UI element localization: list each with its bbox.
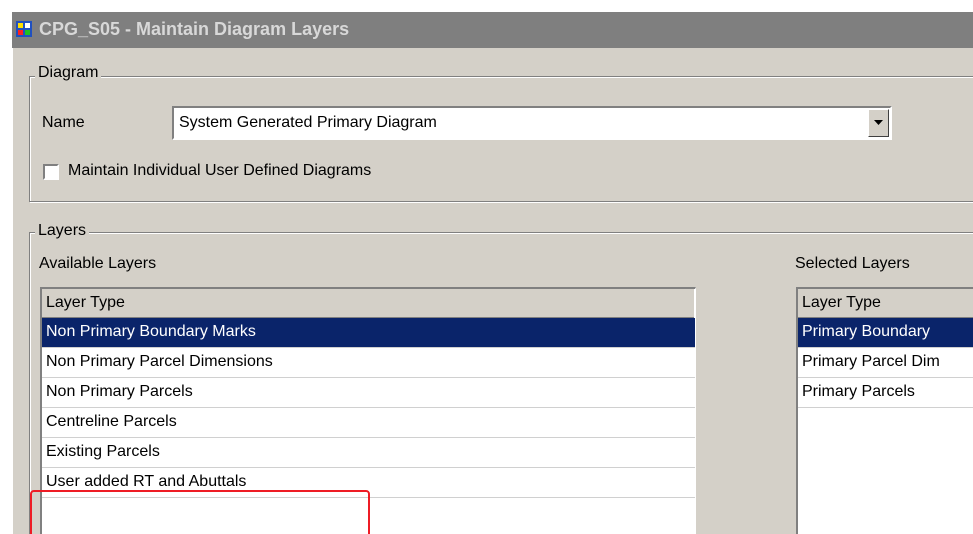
- list-item[interactable]: Centreline Parcels: [42, 408, 695, 438]
- available-layers-label: Available Layers: [39, 255, 157, 272]
- list-item[interactable]: Non Primary Parcels: [42, 378, 695, 408]
- dropdown-button[interactable]: [868, 109, 889, 137]
- available-layers-list[interactable]: Layer Type Non Primary Boundary Marks No…: [40, 287, 696, 534]
- title-bar[interactable]: CPG_S05 - Maintain Diagram Layers: [12, 12, 973, 48]
- list-item[interactable]: Primary Boundary: [798, 318, 973, 348]
- layers-group-legend: Layers: [35, 222, 90, 240]
- maintain-diagram-layers-window: CPG_S05 - Maintain Diagram Layers Diagra…: [12, 12, 973, 534]
- available-layers-column-header[interactable]: Layer Type: [42, 289, 694, 318]
- list-item[interactable]: Non Primary Parcel Dimensions: [42, 348, 695, 378]
- list-item[interactable]: Primary Parcel Dim: [798, 348, 973, 378]
- list-item[interactable]: Primary Parcels: [798, 378, 973, 408]
- layer-type-header-label: Layer Type: [802, 294, 881, 311]
- selected-layers-list[interactable]: Layer Type Primary Boundary Primary Parc…: [796, 287, 973, 534]
- diagram-app-icon: [16, 21, 32, 37]
- window-border: [12, 48, 13, 534]
- diagram-name-value: System Generated Primary Diagram: [179, 114, 437, 131]
- layer-type-header-label: Layer Type: [46, 294, 125, 311]
- selected-layers-column-header[interactable]: Layer Type: [798, 289, 973, 318]
- name-label: Name: [42, 114, 85, 131]
- list-item[interactable]: Non Primary Boundary Marks: [42, 318, 695, 348]
- diagram-name-select[interactable]: System Generated Primary Diagram: [172, 106, 892, 140]
- chevron-down-icon: [874, 120, 883, 125]
- maintain-user-diagrams-label[interactable]: Maintain Individual User Defined Diagram…: [68, 162, 371, 180]
- list-item[interactable]: Existing Parcels: [42, 438, 695, 468]
- window-title: CPG_S05 - Maintain Diagram Layers: [39, 19, 350, 39]
- diagram-group-legend: Diagram: [35, 64, 102, 82]
- selected-layers-label: Selected Layers: [795, 255, 910, 272]
- maintain-user-diagrams-checkbox[interactable]: [43, 164, 59, 180]
- list-item[interactable]: User added RT and Abuttals: [42, 468, 695, 498]
